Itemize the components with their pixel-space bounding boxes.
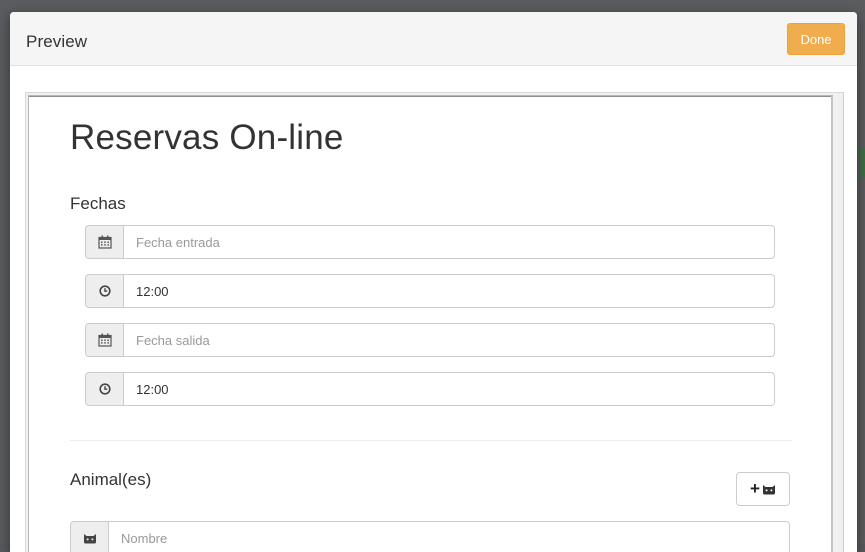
hora-entrada-input[interactable] [123,274,775,308]
page-title: Reservas On-line [70,118,344,157]
preview-modal: Preview Done Reservas On-line Fechas Fec… [10,12,857,552]
nombre-animal-group [70,521,790,552]
fecha-salida-group [85,323,775,357]
animales-heading: Animal(es) [70,470,152,489]
clock-icon [85,372,123,406]
hora-salida-input[interactable] [123,372,775,406]
modal-body: Reservas On-line Fechas Fecha entrada 12… [25,92,844,552]
calendar-icon [85,225,123,259]
fechas-heading: Fechas [70,194,126,213]
plus-icon: + [750,479,760,498]
done-button[interactable]: Done [787,23,845,55]
hora-salida-group [85,372,775,406]
calendar-icon [85,323,123,357]
modal-header: Preview Done [10,12,857,66]
cat-icon [762,483,776,495]
hora-entrada-group [85,274,775,308]
clock-icon [85,274,123,308]
cat-icon [70,521,108,552]
section-divider [70,440,792,441]
nombre-animal-input[interactable] [108,521,790,552]
background-accent [859,148,865,178]
preview-frame[interactable]: Reservas On-line Fechas Fecha entrada 12… [28,95,833,552]
modal-title: Preview [26,32,88,51]
fecha-salida-input[interactable] [123,323,775,357]
add-animal-button[interactable]: + [736,472,790,506]
fecha-entrada-input[interactable] [123,225,775,259]
fecha-entrada-group [85,225,775,259]
